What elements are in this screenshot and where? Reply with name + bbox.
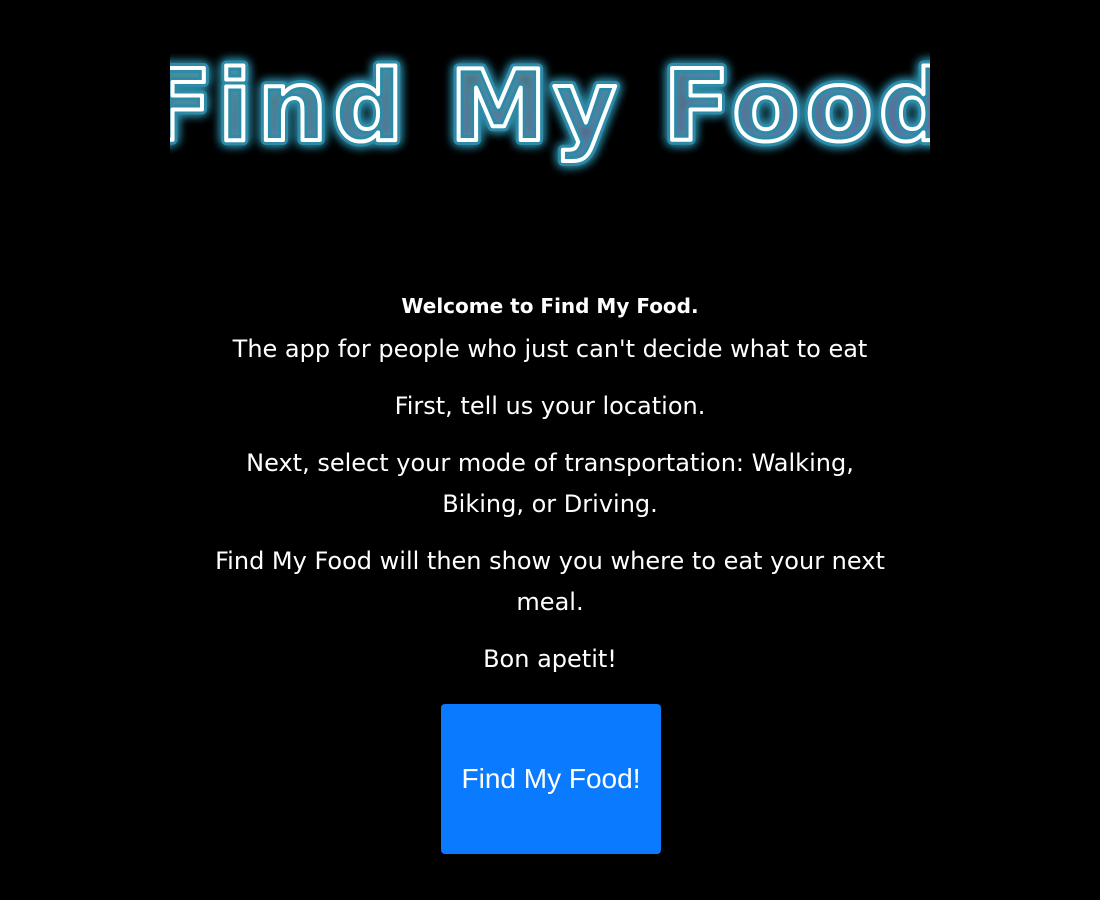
app-logo: Find My Food Find My Food <box>0 40 1100 190</box>
find-my-food-button[interactable]: Find My Food! <box>441 704 661 854</box>
intro-step-location: First, tell us your location. <box>394 392 706 420</box>
landing-page: Find My Food Find My Food Welcome to Fin… <box>0 0 1100 900</box>
logo-outline-text: Find My Food <box>170 50 930 164</box>
intro-step-result: Find My Food will then show you where to… <box>215 547 885 616</box>
intro-signoff: Bon apetit! <box>483 645 617 673</box>
neon-logo-graphic: Find My Food Find My Food <box>170 45 930 169</box>
intro-tagline: The app for people who just can't decide… <box>232 335 868 363</box>
intro-step-transport: Next, select your mode of transportation… <box>246 449 854 518</box>
welcome-heading: Welcome to Find My Food. <box>401 294 699 318</box>
